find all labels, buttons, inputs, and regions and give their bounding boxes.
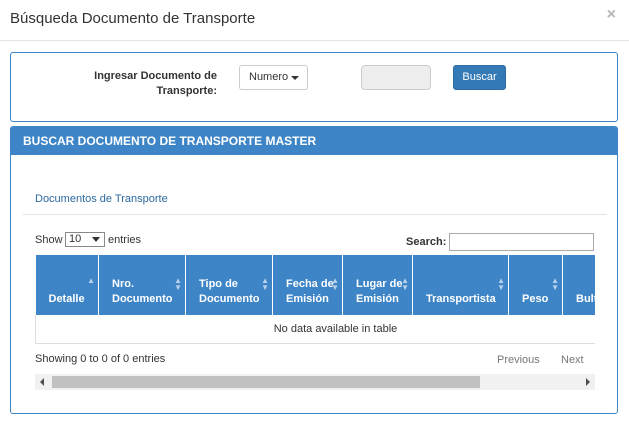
master-panel-heading: BUSCAR DOCUMENTO DE TRANSPORTE MASTER [11,127,617,155]
search-panel: Ingresar Documento de Transporte: Numero… [10,52,618,122]
column-label: Nro. Documento [112,278,173,305]
next-page-button[interactable]: Next [561,354,584,366]
column-label: Fecha de Emisión [286,278,334,305]
sort-icon: ▲ ▼ [261,276,269,292]
column-label: Peso [522,293,549,305]
document-type-value: Numero [249,71,289,83]
page-length-value: 10 [69,233,82,245]
close-icon[interactable]: × [607,6,616,24]
table-info: Showing 0 to 0 of 0 entries [35,353,166,365]
sort-icon: ▲ ▼ [331,276,339,292]
sort-icon: ▲ ▼ [401,276,409,292]
search-button[interactable]: Buscar [453,65,506,90]
column-header-fecha-emision[interactable]: Fecha de Emisión ▲ ▼ [272,255,343,315]
length-show-label: Show [35,234,63,246]
length-entries-label: entries [108,234,142,246]
document-type-select[interactable]: Numero [239,65,308,90]
table-scroll-area: Detalle ▲ Nro. Documento ▲ ▼ Tipo de Docume… [35,255,595,345]
scroll-left-icon[interactable] [40,378,44,386]
scrollbar-thumb[interactable] [52,376,480,388]
sort-icon: ▲ ▼ [551,276,559,292]
column-label: Bultos [576,293,595,305]
sort-icon: ▲ ▼ [497,276,505,292]
table-search-label: Search: [406,236,447,248]
column-header-detalle[interactable]: Detalle ▲ [35,255,99,315]
sort-icon: ▲ ▼ [174,276,182,292]
table-row: No data available in table [35,315,595,344]
caret-down-icon [291,76,299,80]
previous-page-button[interactable]: Previous [497,354,540,366]
master-panel: BUSCAR DOCUMENTO DE TRANSPORTE MASTER Do… [10,126,618,414]
column-header-nro-documento[interactable]: Nro. Documento ▲ ▼ [98,255,186,315]
column-label: Transportista [426,293,496,305]
column-header-bultos[interactable]: Bultos▲▼ [562,255,595,315]
column-label: Detalle [48,293,85,305]
document-number-input[interactable] [361,65,431,90]
modal-header: Búsqueda Documento de Transporte × [0,0,629,41]
scroll-right-icon[interactable] [586,378,590,386]
empty-table-message: No data available in table [35,315,595,344]
column-header-lugar-emision[interactable]: Lugar de Emisión ▲ ▼ [342,255,413,315]
table-header-row: Detalle ▲ Nro. Documento ▲ ▼ Tipo de Docume… [35,255,595,315]
column-header-transportista[interactable]: Transportista ▲ ▼ [412,255,509,315]
column-label: Lugar de Emisión [356,278,403,305]
section-title: Documentos de Transporte [35,193,168,205]
column-header-peso[interactable]: Peso ▲ ▼ [508,255,563,315]
horizontal-scrollbar[interactable] [35,374,595,390]
column-header-tipo-documento[interactable]: Tipo de Documento ▲ ▼ [185,255,273,315]
document-label: Ingresar Documento de Transporte: [94,70,217,97]
sort-asc-icon: ▲ [87,276,95,285]
dropdown-arrow-icon [92,237,100,242]
modal-title: Búsqueda Documento de Transporte [10,10,256,27]
column-label: Tipo de Documento [199,278,260,305]
page-length-select[interactable]: 10 [65,232,105,247]
table-search-input[interactable] [449,233,594,251]
documents-table: Detalle ▲ Nro. Documento ▲ ▼ Tipo de Docume… [35,255,595,344]
section-divider [23,214,607,215]
